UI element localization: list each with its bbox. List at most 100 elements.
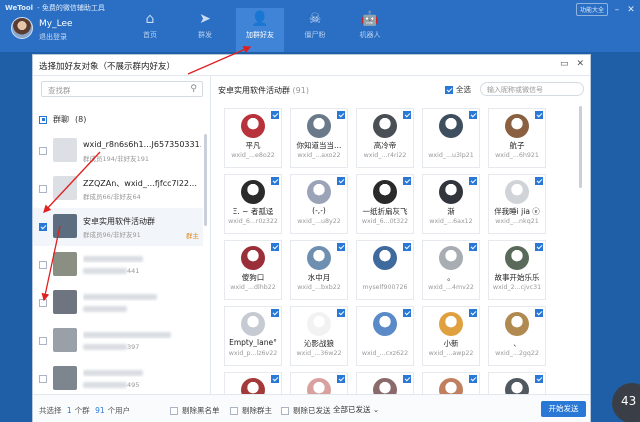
logout-link[interactable]: 退出登录 xyxy=(39,32,67,42)
member-checkbox[interactable] xyxy=(403,243,411,251)
member-checkbox[interactable] xyxy=(337,309,345,317)
member-checkbox[interactable] xyxy=(535,177,543,185)
member-checkbox[interactable] xyxy=(337,375,345,383)
exclude-owner-option[interactable]: 剔除群主 xyxy=(230,405,272,416)
exclude-blacklist-checkbox[interactable] xyxy=(170,406,178,415)
all-features-button[interactable]: 功能大全 xyxy=(575,3,608,16)
member-checkbox[interactable] xyxy=(469,309,477,317)
group-row[interactable]: 495 xyxy=(33,360,203,394)
member-card[interactable]: wxid_...u3lp21 xyxy=(422,108,480,168)
group-row[interactable]: 441 xyxy=(33,246,203,284)
group-select-all-checkbox[interactable] xyxy=(39,115,47,124)
member-card[interactable]: 。 wxid_...4mv22 xyxy=(422,240,480,300)
nav-mass-send[interactable]: ➤ 群发 xyxy=(181,8,229,52)
close-icon[interactable]: ✕ xyxy=(626,5,636,15)
nav-robot[interactable]: 🤖 机器人 xyxy=(346,8,394,52)
member-card[interactable] xyxy=(422,372,480,394)
member-card[interactable]: 小新 wxid_...awp22 xyxy=(422,306,480,366)
member-checkbox[interactable] xyxy=(469,111,477,119)
member-card[interactable] xyxy=(356,372,414,394)
group-header-count: (8) xyxy=(75,115,87,124)
member-card[interactable]: 故事开始乐乐 wxid_2...cjvc31 xyxy=(488,240,546,300)
start-send-button[interactable]: 开始发送 xyxy=(541,401,586,417)
nav-zombie-fans[interactable]: ☠ 僵尸粉 xyxy=(291,8,339,52)
group-row[interactable]: 397 xyxy=(33,322,203,360)
member-checkbox[interactable] xyxy=(403,111,411,119)
exclude-sent-option[interactable]: 剔除已发送 xyxy=(281,405,331,416)
nickname-search-input[interactable]: 输入昵称或微信号 xyxy=(480,82,584,96)
member-checkbox[interactable] xyxy=(535,375,543,383)
group-checkbox[interactable] xyxy=(39,299,47,307)
exclude-sent-checkbox[interactable] xyxy=(281,406,289,415)
avatar[interactable] xyxy=(11,17,33,39)
member-card[interactable]: 航子 wxid_...6h921 xyxy=(488,108,546,168)
member-card[interactable]: 、 wxid_...2gq22 xyxy=(488,306,546,366)
search-icon: ⚲ xyxy=(190,84,197,94)
member-card[interactable]: 你知道当当… wxid_...axo22 xyxy=(290,108,348,168)
member-checkbox[interactable] xyxy=(337,111,345,119)
member-card[interactable]: 水中月 wxid_...bxb22 xyxy=(290,240,348,300)
member-card[interactable]: Empty_lane° wxid_p...lz6v22 xyxy=(224,306,282,366)
sent-filter-select[interactable]: 全部已发送 ⌄ xyxy=(333,404,379,415)
member-checkbox[interactable] xyxy=(535,111,543,119)
exclude-blacklist-label: 剔除黑名单 xyxy=(182,406,220,415)
close-icon[interactable]: ✕ xyxy=(576,59,584,69)
left-scrollbar[interactable] xyxy=(204,134,207,226)
member-card[interactable]: 傻狗口 wxid_...dlhb22 xyxy=(224,240,282,300)
member-checkbox[interactable] xyxy=(535,309,543,317)
member-card[interactable]: 一纸折扇灰飞 wxid_6...0t322 xyxy=(356,174,414,234)
right-scrollbar[interactable] xyxy=(579,106,582,188)
member-checkbox[interactable] xyxy=(403,375,411,383)
member-checkbox[interactable] xyxy=(535,243,543,251)
group-search-input[interactable]: 查找群 ⚲ xyxy=(41,81,203,97)
member-card[interactable]: 沁影战狼 wxid_...36w22 xyxy=(290,306,348,366)
exclude-owner-checkbox[interactable] xyxy=(230,406,238,415)
member-card[interactable]: (-,-) wxid_...u8y22 xyxy=(290,174,348,234)
minimize-icon[interactable]: – xyxy=(612,5,622,15)
exclude-blacklist-option[interactable]: 剔除黑名单 xyxy=(170,405,220,416)
maximize-icon[interactable]: ▭ xyxy=(560,59,569,69)
group-checkbox[interactable] xyxy=(39,185,47,193)
member-checkbox[interactable] xyxy=(271,309,279,317)
member-card[interactable] xyxy=(290,372,348,394)
member-card[interactable]: myself900726 xyxy=(356,240,414,300)
group-row[interactable] xyxy=(33,284,203,322)
member-card[interactable] xyxy=(488,372,546,394)
group-row[interactable]: 安卓实用软件活动群 群成员96/非好友91 群主 xyxy=(33,208,203,246)
group-checkbox[interactable] xyxy=(39,261,47,269)
group-checkbox[interactable] xyxy=(39,337,47,345)
group-checkbox[interactable] xyxy=(39,375,47,383)
member-card[interactable]: 渐 wxid_...6ax12 xyxy=(422,174,480,234)
member-card[interactable]: Ξ. ~ 者孤迳 wxid_6...r0z322 xyxy=(224,174,282,234)
member-checkbox[interactable] xyxy=(271,375,279,383)
member-wxid: wxid_...r4ri22 xyxy=(363,152,407,159)
member-checkbox[interactable] xyxy=(469,243,477,251)
member-card[interactable]: wxid_...cxz622 xyxy=(356,306,414,366)
member-checkbox[interactable] xyxy=(337,177,345,185)
member-card[interactable]: 高冷帝 wxid_...r4ri22 xyxy=(356,108,414,168)
nav-add-group-friends[interactable]: 👤 加群好友 xyxy=(236,8,284,52)
member-checkbox[interactable] xyxy=(271,177,279,185)
group-row[interactable]: wxid_r8n6s6h1…J657350331… 群成员194/非好友191 xyxy=(33,132,203,170)
nav-home[interactable]: ⌂ 首页 xyxy=(126,8,174,52)
group-checkbox[interactable] xyxy=(39,147,47,155)
member-avatar xyxy=(439,378,463,394)
member-name: 小新 xyxy=(443,339,459,348)
member-checkbox[interactable] xyxy=(403,177,411,185)
group-checkbox[interactable] xyxy=(39,223,47,231)
member-checkbox[interactable] xyxy=(403,309,411,317)
select-all-checkbox[interactable] xyxy=(445,85,453,94)
member-card[interactable]: 伴我睡i jia ⓔ wxid_...nkq21 xyxy=(488,174,546,234)
member-checkbox[interactable] xyxy=(271,243,279,251)
corner-badge[interactable]: 43 xyxy=(612,383,640,422)
member-card[interactable]: 平凡 wxid_...e8o22 xyxy=(224,108,282,168)
member-checkbox[interactable] xyxy=(337,243,345,251)
member-checkbox[interactable] xyxy=(469,375,477,383)
select-all[interactable]: 全选 xyxy=(445,84,471,95)
member-checkbox[interactable] xyxy=(271,111,279,119)
member-checkbox[interactable] xyxy=(469,177,477,185)
member-card[interactable] xyxy=(224,372,282,394)
member-count: (91) xyxy=(292,86,309,95)
member-name: 航子 xyxy=(509,141,525,150)
group-row[interactable]: ZZQZAn、wxid_…fjfcc7l22… 群成员66/非好友64 xyxy=(33,170,203,208)
